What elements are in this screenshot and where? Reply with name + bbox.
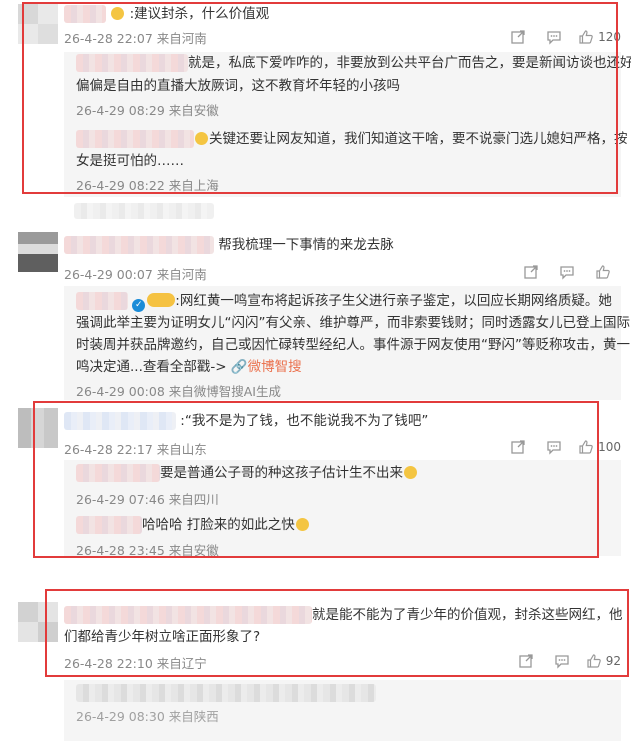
reply-thread: 26-4-29 08:30 来自陕西	[64, 680, 621, 741]
weibo-search-link[interactable]: 微博智搜	[248, 359, 302, 375]
reply-text-line2: 强调此举主要为证明女儿“闪闪”有父亲、维护尊严，而非索要钱财；同时透露女儿已登上…	[76, 315, 630, 331]
comment-5: 26-4-29 08:30 来自陕西	[0, 680, 631, 741]
verified-icon: ✓	[132, 299, 146, 312]
member-badge-icon	[147, 293, 176, 307]
reply-meta: 26-4-29 08:30 来自陕西	[76, 709, 219, 724]
like-button[interactable]	[585, 262, 621, 282]
reply-text-line3: 时装周并获品牌邀约，自己或因忙碌转型经纪人。事件源于网友使用“野闪”等贬称攻击，…	[76, 337, 630, 353]
comment-text: 帮我梳理一下事情的来龙去脉	[64, 234, 394, 256]
highlight-box	[22, 2, 618, 194]
reply-meta: 26-4-29 00:08 来自微博智搜AI生成	[76, 384, 281, 399]
reply-thread: ✓:网红黄一鸣宣布将起诉孩子生父进行亲子鉴定，以回应长期网络质疑。她 强调此举主…	[64, 286, 630, 400]
highlight-box	[45, 589, 629, 677]
username-blurred[interactable]	[64, 236, 214, 254]
reply-item: 26-4-29 08:30 来自陕西	[76, 682, 613, 740]
reply-text-blurred	[76, 682, 376, 704]
username-blurred[interactable]	[76, 292, 128, 310]
thumbs-up-icon	[596, 265, 610, 279]
reply-text-line4: 鸣决定通...查看全部戳-> 🔗微博智搜	[76, 359, 302, 375]
comment-icon[interactable]	[549, 262, 585, 282]
like-count: 100	[598, 440, 621, 454]
avatar[interactable]	[18, 232, 58, 272]
reply-item: ✓:网红黄一鸣宣布将起诉孩子生父进行亲子鉴定，以回应长期网络质疑。她 强调此举主…	[76, 290, 630, 399]
comment-2: 帮我梳理一下事情的来龙去脉 26-4-29 00:07 来自河南 ✓:网红黄一鸣…	[0, 228, 631, 400]
link-icon: 🔗	[230, 359, 248, 375]
blurred-strip	[74, 200, 214, 220]
highlight-box	[33, 401, 599, 558]
comment-actions	[513, 262, 621, 282]
comment-meta: 26-4-29 00:07 来自河南	[64, 267, 207, 282]
reply-text: ✓:网红黄一鸣宣布将起诉孩子生父进行亲子鉴定，以回应长期网络质疑。她	[76, 290, 612, 312]
share-icon[interactable]	[513, 262, 549, 282]
